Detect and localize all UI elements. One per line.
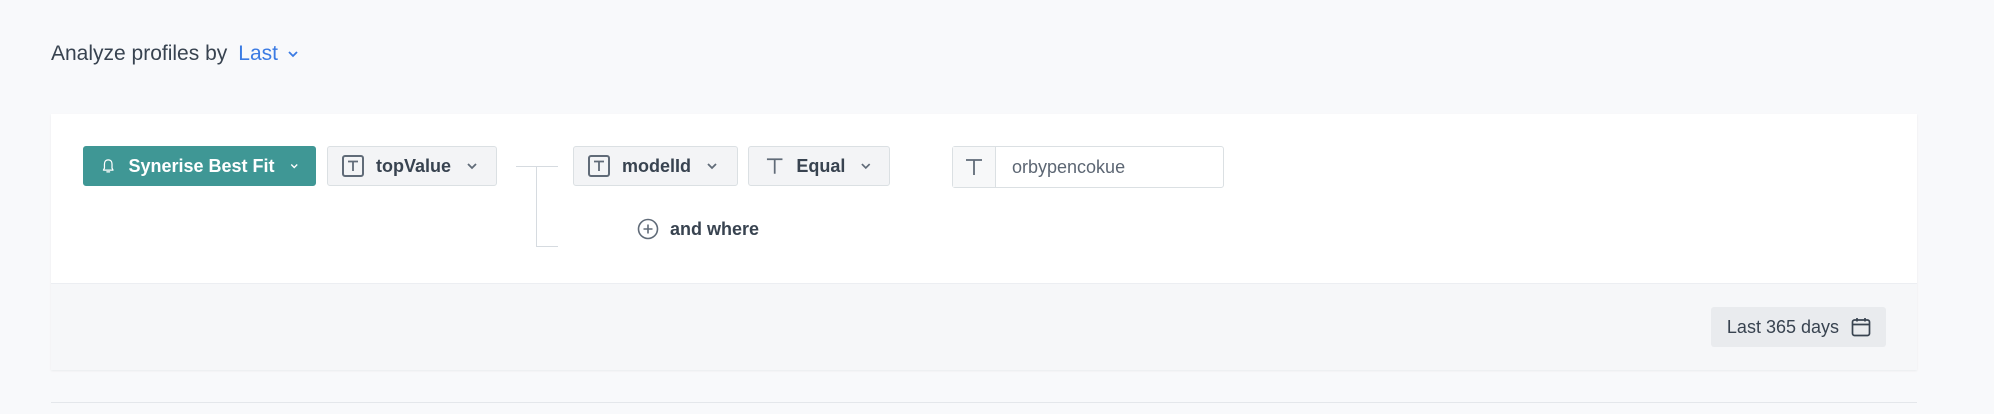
parameter-select-button[interactable]: modelId	[573, 146, 738, 186]
analyze-mode-dropdown[interactable]: Last	[238, 42, 300, 66]
plus-circle-icon	[637, 218, 659, 240]
add-condition-button[interactable]: and where	[637, 218, 759, 240]
connector-line	[536, 246, 558, 247]
chevron-down-icon	[861, 163, 871, 170]
bell-icon	[102, 159, 114, 173]
filter-card: Synerise Best Fit topValue modelId Equal…	[51, 114, 1917, 370]
calendar-icon	[1851, 318, 1871, 337]
text-t-icon	[953, 147, 996, 187]
connector-line	[536, 166, 537, 246]
attribute-select-button[interactable]: topValue	[327, 146, 497, 186]
analyze-label: Analyze profiles by	[51, 42, 228, 65]
connector-line	[516, 166, 558, 167]
divider	[51, 402, 1917, 403]
analyze-header: Analyze profiles by Last	[51, 42, 300, 66]
text-t-icon	[766, 158, 783, 174]
chevron-down-icon	[290, 164, 298, 169]
parameter-select-label: modelId	[622, 155, 692, 176]
chevron-down-icon	[707, 163, 717, 170]
model-select-button[interactable]: Synerise Best Fit	[83, 146, 316, 186]
analyze-mode-value: Last	[238, 42, 278, 65]
operator-select-button[interactable]: Equal	[748, 146, 890, 186]
card-footer: Last 365 days	[51, 283, 1917, 370]
attribute-select-label: topValue	[376, 155, 452, 176]
text-type-icon	[588, 155, 610, 177]
text-type-icon	[342, 155, 364, 177]
date-range-label: Last 365 days	[1726, 316, 1839, 337]
model-select-label: Synerise Best Fit	[128, 155, 275, 176]
date-range-button[interactable]: Last 365 days	[1710, 307, 1886, 347]
add-condition-label: and where	[670, 218, 760, 239]
chevron-down-icon	[467, 163, 477, 170]
condition-value-text[interactable]: orbypencokue	[996, 147, 1223, 187]
chevron-down-icon	[288, 51, 298, 58]
condition-value-input[interactable]: orbypencokue	[952, 146, 1224, 188]
operator-select-label: Equal	[796, 155, 846, 176]
